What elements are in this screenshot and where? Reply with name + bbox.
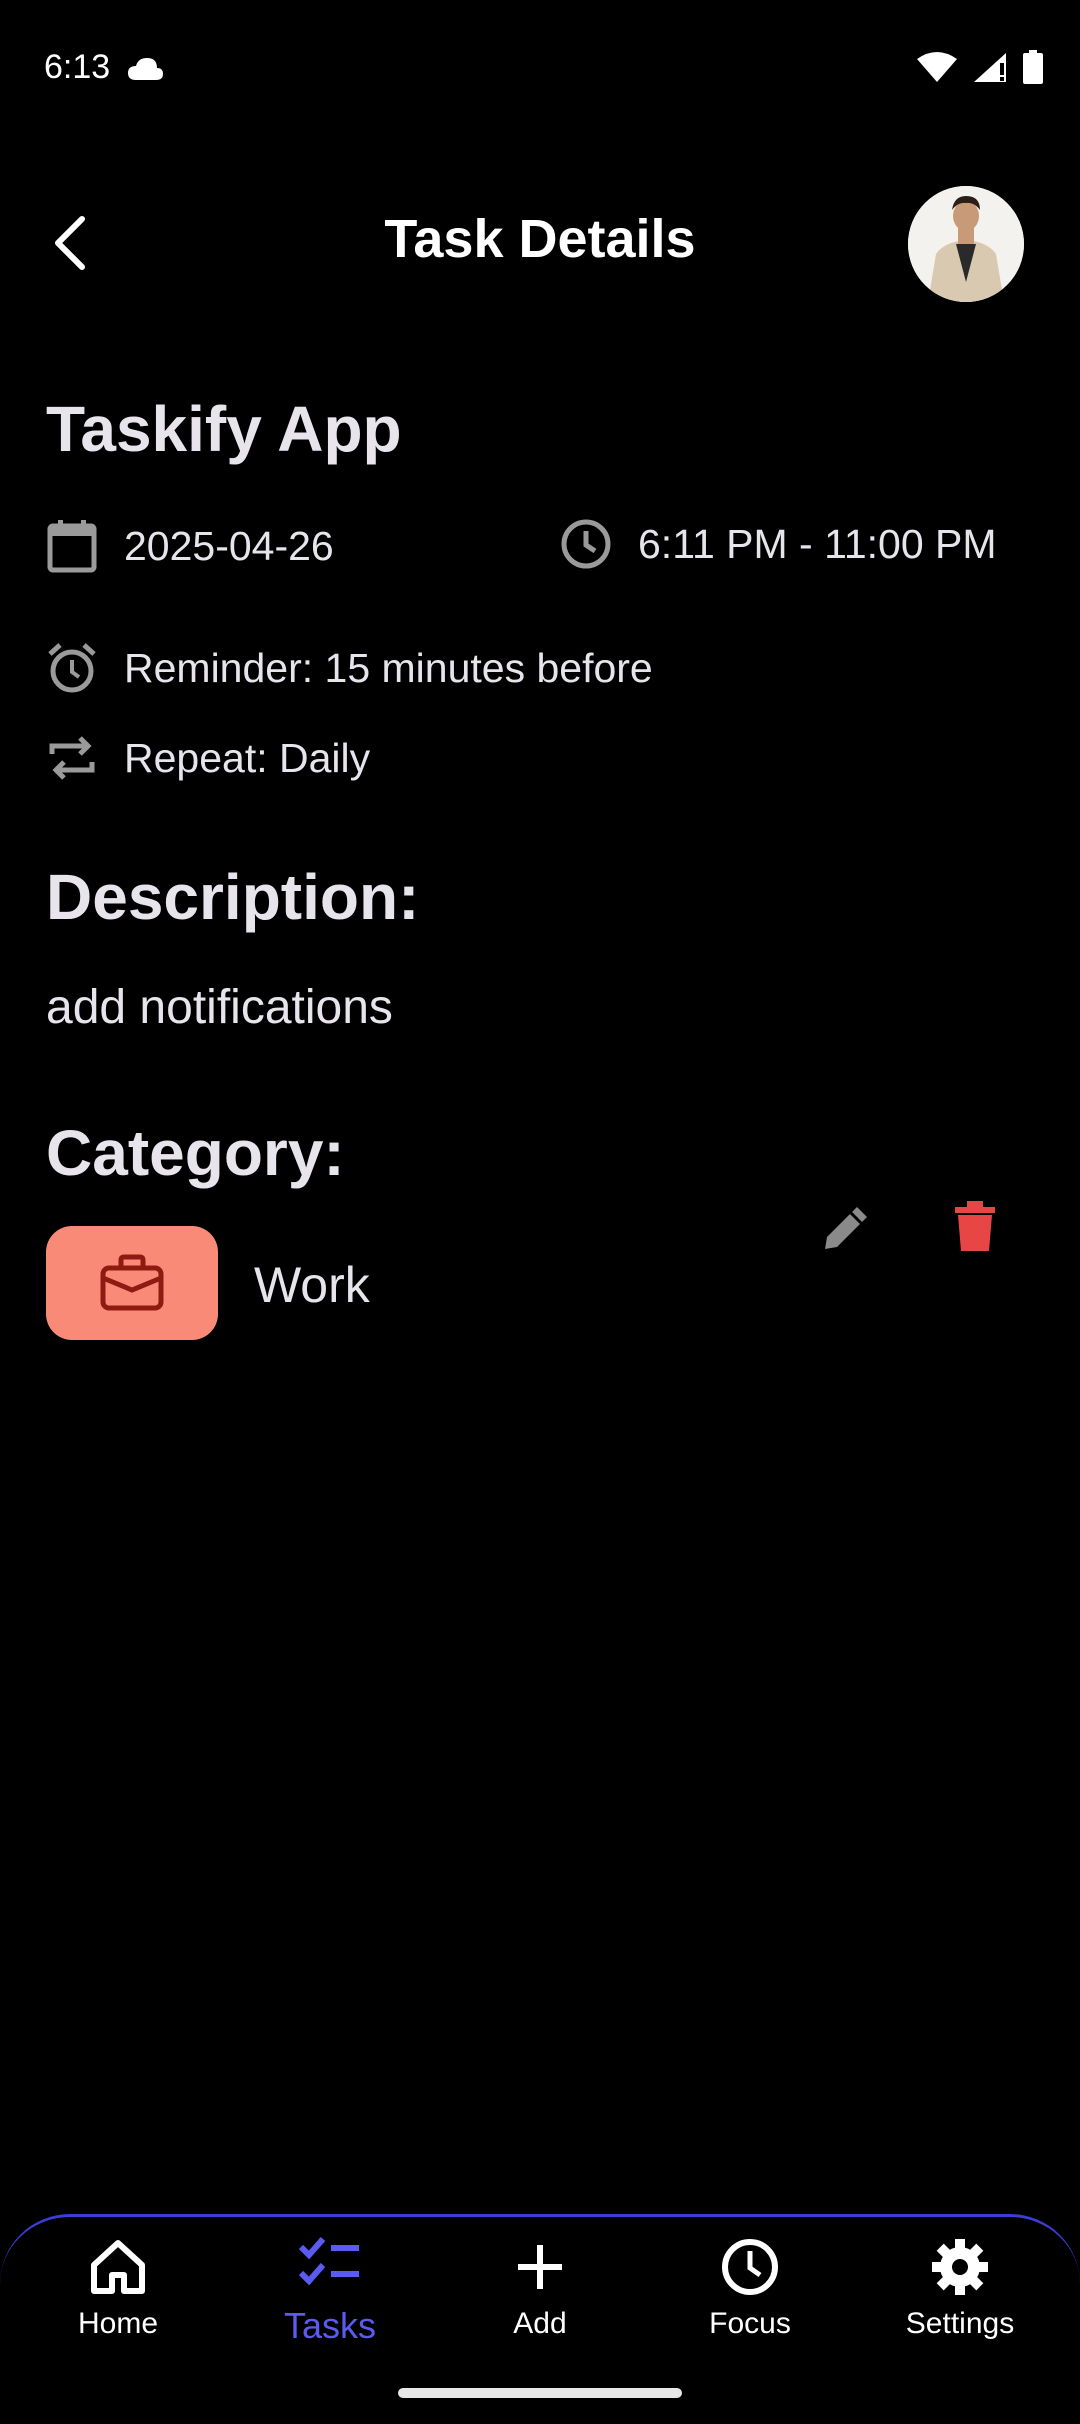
- profile-photo-icon: [908, 186, 1024, 302]
- home-icon: [91, 2240, 145, 2294]
- signal-icon: [974, 53, 1006, 82]
- description-text: add notifications: [46, 981, 393, 1034]
- task-repeat: Repeat: Daily: [46, 732, 370, 784]
- nav-home-label: Home: [77, 2307, 159, 2340]
- pencil-icon: [825, 1207, 867, 1249]
- tasks-icon: [298, 2237, 359, 2286]
- category-heading: Category:: [46, 1117, 345, 1189]
- nav-add[interactable]: Add: [450, 2237, 630, 2341]
- description-heading: Description:: [46, 861, 420, 933]
- clock-icon: [561, 519, 611, 569]
- nav-tasks-label: Tasks: [283, 2305, 377, 2346]
- task-title: Taskify App: [46, 393, 402, 465]
- alarm-icon: [48, 643, 96, 693]
- task-date-text: 2025-04-26: [124, 522, 334, 569]
- status-time: 6:13: [44, 48, 164, 87]
- nav-focus[interactable]: Focus: [660, 2237, 840, 2341]
- status-time-text: 6:13: [44, 48, 111, 86]
- category-icon-box: [46, 1226, 218, 1340]
- nav-tasks[interactable]: Tasks: [240, 2235, 420, 2347]
- task-reminder-text: Reminder: 15 minutes before: [124, 644, 653, 691]
- cloud-icon: [127, 58, 163, 81]
- nav-settings[interactable]: Settings: [870, 2237, 1050, 2341]
- edit-button[interactable]: [812, 1192, 882, 1262]
- home-indicator[interactable]: [398, 2388, 682, 2398]
- task-repeat-text: Repeat: Daily: [124, 734, 371, 781]
- briefcase-icon: [100, 1254, 164, 1311]
- nav-settings-label: Settings: [905, 2307, 1015, 2340]
- calendar-icon: [47, 520, 97, 573]
- task-date: 2025-04-26: [46, 518, 334, 574]
- gear-icon: [932, 2239, 988, 2295]
- nav-add-label: Add: [513, 2307, 567, 2340]
- category-name: Work: [254, 1257, 370, 1313]
- delete-button[interactable]: [940, 1192, 1010, 1262]
- clock-icon: [722, 2239, 778, 2295]
- nav-home[interactable]: Home: [28, 2237, 208, 2341]
- status-icons: [916, 50, 1044, 84]
- trash-icon: [955, 1201, 995, 1251]
- battery-icon: [1023, 50, 1043, 84]
- task-time: 6:11 PM - 11:00 PM: [560, 518, 997, 570]
- nav-focus-label: Focus: [709, 2307, 791, 2340]
- plus-icon: [518, 2245, 562, 2289]
- wifi-icon: [917, 52, 957, 82]
- avatar[interactable]: [908, 186, 1024, 302]
- task-time-text: 6:11 PM - 11:00 PM: [638, 520, 997, 567]
- repeat-icon: [49, 736, 95, 780]
- task-reminder: Reminder: 15 minutes before: [46, 642, 653, 694]
